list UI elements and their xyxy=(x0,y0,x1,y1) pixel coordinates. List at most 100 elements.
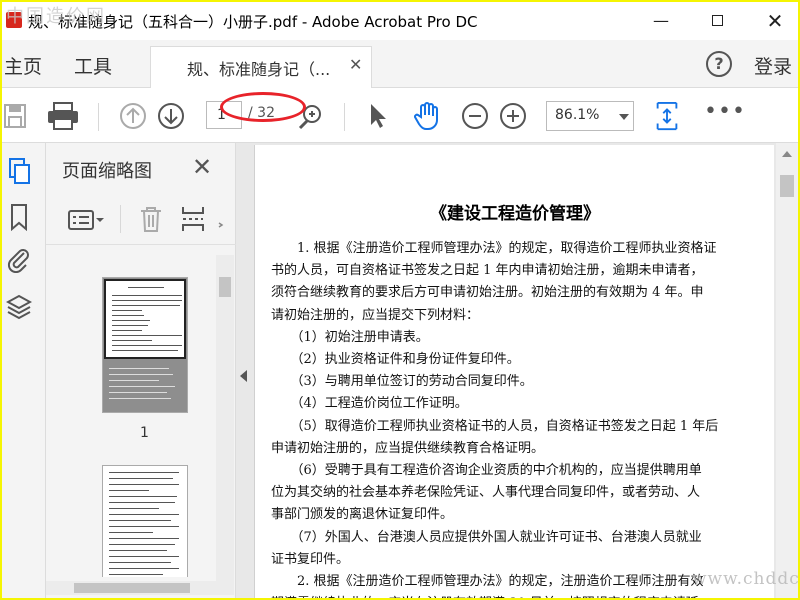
toolbar-separator xyxy=(344,103,345,131)
thumbnail-text-line xyxy=(109,484,179,485)
extract-pages-icon[interactable] xyxy=(180,205,206,233)
thumbnail-text-line xyxy=(109,532,153,533)
scroll-up-icon[interactable] xyxy=(782,151,792,157)
acrobat-window: 规、标准随身记（五科合一）小册子.pdf - Adobe Acrobat Pro… xyxy=(2,2,798,598)
red-annotation-ellipse xyxy=(220,92,306,122)
page-thumbnail-1[interactable] xyxy=(102,277,188,413)
collapse-panel-icon[interactable] xyxy=(240,370,247,382)
delete-page-icon[interactable] xyxy=(138,205,164,233)
save-icon[interactable] xyxy=(4,101,26,131)
main-toolbar: 1 / 32 86.1% ••• xyxy=(2,89,798,143)
document-text-line: （2）执业资格证件和身份证件复印件。 xyxy=(271,352,520,367)
document-text-line: 期满需继续执业的，应当在注册有效期满 30 日前，按照规定的程序申请延 xyxy=(271,592,761,598)
previous-page-icon[interactable] xyxy=(118,101,148,131)
thumbnails-toolbar xyxy=(46,193,236,245)
thumbnails-scrollbar[interactable] xyxy=(216,255,234,581)
left-icon-rail xyxy=(2,143,46,598)
hand-tool-icon[interactable] xyxy=(412,101,444,131)
thumbnail-text-line xyxy=(109,392,167,393)
scrollbar-thumb[interactable] xyxy=(780,175,794,197)
thumbnail-text-line xyxy=(109,502,175,503)
document-scrollbar[interactable] xyxy=(776,143,798,598)
thumbnail-text-line xyxy=(112,325,148,326)
document-text-line: （3）与聘用单位签订的劳动合同复印件。 xyxy=(271,374,533,390)
thumbnail-text-line xyxy=(109,496,177,497)
document-text-line: 位为其交纳的社会基本养老保险凭证、人事代理合同复印件，或者劳动、人 xyxy=(271,485,701,501)
thumbnail-text-line xyxy=(112,300,182,301)
maximize-icon xyxy=(711,15,723,26)
thumbnail-text-line xyxy=(109,380,159,381)
help-icon[interactable]: ? xyxy=(706,51,732,77)
next-page-icon[interactable] xyxy=(156,101,186,131)
login-button[interactable]: 登录 xyxy=(754,52,792,79)
close-window-button[interactable]: ✕ xyxy=(752,2,798,40)
layers-icon[interactable] xyxy=(6,293,32,321)
watermark-bottom: www.chddc.com xyxy=(692,569,798,589)
document-text-line: 证书复印件。 xyxy=(271,551,350,567)
print-icon[interactable] xyxy=(46,101,80,131)
document-text-line: 事部门颁发的离退休证复印件。 xyxy=(271,507,454,523)
thumbnail-text-line xyxy=(112,330,142,331)
thumbnail-text-line xyxy=(109,490,149,491)
zoom-dropdown[interactable]: 86.1% xyxy=(546,101,634,131)
thumbnail-text-line xyxy=(112,320,150,321)
thumbnail-text-line xyxy=(109,526,179,527)
thumbnail-text-line xyxy=(109,574,163,575)
document-text-line: （6）受聘于具有工程造价咨询企业资质的中介机构的，应当提供聘用单 xyxy=(271,463,702,478)
thumbnail-page-number: 1 xyxy=(140,425,149,441)
document-heading: 《建设工程造价管理》 xyxy=(430,204,600,224)
zoom-out-icon[interactable] xyxy=(460,101,490,131)
scrollbar-thumb[interactable] xyxy=(219,277,231,297)
thumbnail-text-line xyxy=(109,520,171,521)
document-text-line: 申请初始注册的，应当提供继续教育合格证明。 xyxy=(271,440,545,456)
thumbnail-text-line xyxy=(109,374,173,375)
minimize-button[interactable]: — xyxy=(638,2,684,40)
thumbnail-text-line xyxy=(109,550,167,551)
document-text-line: 1. 根据《注册造价工程师管理办法》的规定，取得造价工程师执业资格证 xyxy=(271,241,717,256)
attachment-icon[interactable] xyxy=(6,245,32,273)
thumbnails-panel: 页面缩略图 ✕ 1 xyxy=(46,143,236,598)
page-thumbnails-icon[interactable] xyxy=(6,157,32,185)
document-tab-label: 规、标准随身记（... xyxy=(187,60,331,79)
thumbnail-text-line xyxy=(109,398,171,399)
zoom-in-icon[interactable] xyxy=(498,101,528,131)
document-text-line: （1）初始注册申请表。 xyxy=(271,329,429,345)
thumbnail-text-line xyxy=(109,568,179,569)
more-options-icon[interactable]: ••• xyxy=(704,101,745,131)
document-tab-close-button[interactable]: ✕ xyxy=(349,55,362,74)
page-thumbnail-2[interactable] xyxy=(102,465,188,577)
watermark-top: 中国造价网 xyxy=(6,6,106,27)
thumbnail-text-line xyxy=(109,472,179,473)
thumbnail-text-line xyxy=(112,315,144,316)
thumbnail-text-line xyxy=(109,562,171,563)
thumbnail-text-line xyxy=(109,508,159,509)
document-view: 《建设工程造价管理》 1. 根据《注册造价工程师管理办法》的规定，取得造价工程师… xyxy=(236,143,798,598)
scrollbar-thumb[interactable] xyxy=(74,583,190,593)
tab-home[interactable]: 主页 xyxy=(4,52,42,79)
thumbnail-text-line xyxy=(112,335,182,336)
tab-tools[interactable]: 工具 xyxy=(74,52,112,79)
thumbnails-close-button[interactable]: ✕ xyxy=(192,153,212,181)
fit-page-icon[interactable] xyxy=(654,101,680,131)
thumbnail-text-line xyxy=(109,514,179,515)
pdf-page[interactable]: 《建设工程造价管理》 1. 根据《注册造价工程师管理办法》的规定，取得造价工程师… xyxy=(254,145,774,598)
thumbnail-text-line xyxy=(112,305,180,306)
thumbnail-list: 1 xyxy=(46,247,216,577)
document-tab[interactable]: 规、标准随身记（... ✕ xyxy=(150,46,372,88)
thumbnail-options-icon[interactable] xyxy=(68,209,106,231)
bookmark-icon[interactable] xyxy=(6,203,32,231)
maximize-button[interactable] xyxy=(694,2,740,40)
chevron-down-icon xyxy=(619,114,629,120)
select-cursor-icon[interactable] xyxy=(366,101,390,131)
thumbnail-viewport-frame xyxy=(104,279,186,359)
thumbnail-text-line xyxy=(112,295,182,296)
thumbnail-text-line xyxy=(128,287,164,288)
document-text-line: 请初始注册的，应当提交下列材料： xyxy=(271,307,480,323)
zoom-value: 86.1% xyxy=(555,107,600,123)
thumbnails-horizontal-scrollbar[interactable] xyxy=(46,581,234,595)
thumbnail-text-line xyxy=(109,478,173,479)
document-text-line: 2. 根据《注册造价工程师管理办法》的规定，注册造价工程师注册有效 xyxy=(271,574,704,589)
document-text-line: 书的人员，可自资格证书签发之日起 1 年内申请初始注册，逾期未申请者， xyxy=(271,263,704,279)
more-tools-icon[interactable] xyxy=(216,209,226,229)
document-text-line: （7）外国人、台港澳人员应提供外国人就业许可证书、台港澳人员就业 xyxy=(271,529,702,545)
